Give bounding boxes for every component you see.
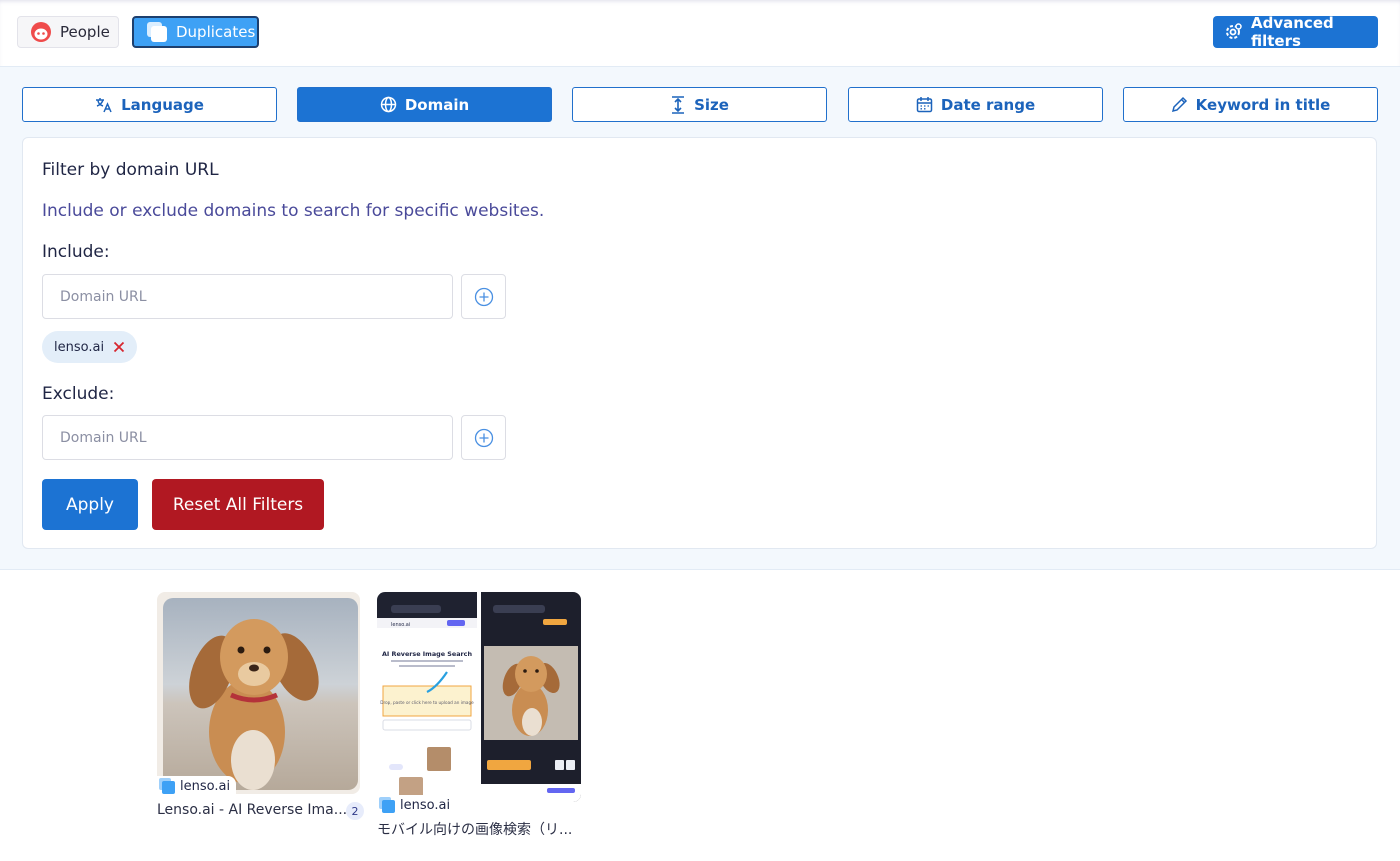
result-thumbnail-phone-screenshots[interactable]: lenso.ai AI Reverse Image Search Drop, p… xyxy=(377,592,581,802)
include-domain-input[interactable] xyxy=(42,274,453,319)
calendar-icon xyxy=(916,96,933,113)
add-circle-icon xyxy=(474,287,493,306)
tab-date-range-label: Date range xyxy=(940,95,1036,114)
tab-domain[interactable]: Domain xyxy=(297,87,552,122)
mock-heading-text: AI Reverse Image Search xyxy=(382,650,472,658)
tab-keyword-in-title[interactable]: Keyword in title xyxy=(1123,87,1378,122)
result-source-badge: lenso.ai xyxy=(157,776,237,796)
pencil-icon xyxy=(1171,96,1188,113)
reset-all-filters-button[interactable]: Reset All Filters xyxy=(152,479,324,530)
mock-brand-text: lenso.ai xyxy=(391,622,410,628)
duplicates-icon xyxy=(146,21,168,43)
result-title[interactable]: モバイル向けの画像検索（リ... xyxy=(377,819,572,839)
tab-size[interactable]: Size xyxy=(572,87,827,122)
duplicates-icon xyxy=(159,778,175,794)
apply-button[interactable]: Apply xyxy=(42,479,138,530)
tab-date-range[interactable]: Date range xyxy=(848,87,1103,122)
duplicates-mode-button[interactable]: Duplicates xyxy=(132,16,259,48)
result-source-label: lenso.ai xyxy=(400,797,451,813)
top-bar: People Duplicates Advanced filters xyxy=(0,0,1400,66)
result-title[interactable]: Lenso.ai - AI Reverse Ima... xyxy=(157,802,347,818)
included-domain-chip: lenso.ai xyxy=(42,331,137,363)
duplicate-count-badge: 2 xyxy=(346,802,364,820)
tab-keyword-label: Keyword in title xyxy=(1195,95,1331,114)
advanced-filters-button[interactable]: Advanced filters xyxy=(1213,14,1378,50)
tab-size-label: Size xyxy=(694,95,729,114)
globe-icon xyxy=(380,96,397,113)
mock-upload-hint: Drop, paste or click here to upload an i… xyxy=(380,700,474,705)
duplicates-mode-label: Duplicates xyxy=(176,23,256,41)
vertical-resize-icon xyxy=(670,95,686,114)
result-source-label: lenso.ai xyxy=(180,778,231,794)
include-label: Include: xyxy=(42,242,110,262)
face-icon xyxy=(30,21,52,43)
tab-language[interactable]: Language xyxy=(22,87,277,122)
tab-language-label: Language xyxy=(121,95,204,114)
advanced-filters-label: Advanced filters xyxy=(1251,14,1334,50)
domain-filter-title: Filter by domain URL xyxy=(42,160,219,180)
add-exclude-domain-button[interactable] xyxy=(461,415,506,460)
result-source-badge: lenso.ai xyxy=(377,795,457,815)
included-domain-chip-label: lenso.ai xyxy=(54,339,105,355)
result-thumbnail-dog-photo[interactable] xyxy=(157,592,360,794)
exclude-domain-input[interactable] xyxy=(42,415,453,460)
settings-gear-icon xyxy=(1223,22,1243,42)
domain-filter-card: Filter by domain URL Include or exclude … xyxy=(22,137,1377,549)
translate-icon xyxy=(95,97,113,113)
add-include-domain-button[interactable] xyxy=(461,274,506,319)
tab-domain-label: Domain xyxy=(404,95,470,114)
filter-panel: Language Domain Size Date range Keyword … xyxy=(0,66,1400,570)
remove-domain-close-icon[interactable] xyxy=(113,341,125,353)
people-mode-button[interactable]: People xyxy=(17,16,119,48)
domain-filter-description: Include or exclude domains to search for… xyxy=(42,201,545,221)
exclude-label: Exclude: xyxy=(42,384,115,404)
people-mode-label: People xyxy=(60,23,110,41)
duplicates-icon xyxy=(379,797,395,813)
add-circle-icon xyxy=(474,428,493,447)
